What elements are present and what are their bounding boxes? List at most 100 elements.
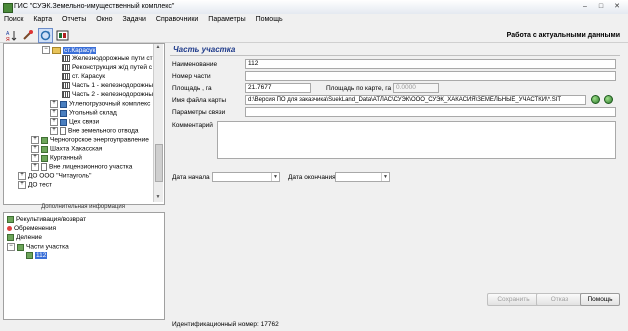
tree-row[interactable]: Железнодорожные пути ст: [62, 55, 153, 63]
document-icon: [41, 163, 47, 171]
tree-row-label: Курганный: [50, 154, 82, 162]
railway-icon: [62, 55, 70, 62]
end-date-picker[interactable]: ▼: [335, 172, 390, 182]
app-icon: [3, 3, 13, 13]
object-tree[interactable]: − ст.Карасук Железнодорожные пути ст Реко…: [3, 43, 165, 205]
tree-row[interactable]: Обременения: [7, 225, 56, 233]
tree-row[interactable]: Деление: [7, 234, 42, 242]
cancel-button[interactable]: Отказ: [536, 293, 583, 306]
tree-row[interactable]: ст. Карасук: [62, 73, 105, 81]
section-divider: [170, 55, 620, 56]
scroll-thumb[interactable]: [155, 144, 163, 182]
name-label: Наименование: [172, 61, 218, 68]
additional-info-tree[interactable]: Рекультивация/возврат Обременения Делени…: [3, 212, 165, 320]
area-icon: [41, 154, 48, 162]
maximize-button[interactable]: □: [594, 2, 608, 11]
expand-icon[interactable]: +: [31, 136, 39, 144]
tree-row-label: ДО ООО "Читауголь": [28, 172, 92, 180]
menu-search[interactable]: Поиск: [0, 14, 27, 23]
tree-row-label: ст.Карасук: [63, 46, 97, 54]
expand-icon[interactable]: +: [31, 163, 39, 171]
tree-row[interactable]: + Черногорское энергоуправление: [31, 136, 149, 144]
collapse-icon[interactable]: −: [7, 243, 15, 251]
expand-icon[interactable]: +: [31, 154, 39, 162]
expand-icon[interactable]: +: [50, 109, 58, 117]
menu-directories[interactable]: Справочники: [152, 14, 202, 23]
grid-toggle-icon[interactable]: [55, 28, 70, 43]
additional-info-label[interactable]: Дополнительная информация: [3, 204, 163, 212]
area-map-label: Площадь по карте, га: [326, 85, 392, 92]
tree-row[interactable]: + Цех связи: [50, 118, 99, 126]
comment-textarea[interactable]: [217, 121, 616, 159]
toolbar: AЯ Работа с актуальными данными: [0, 27, 628, 43]
tree-row[interactable]: 112: [26, 252, 48, 260]
area-field[interactable]: 21.7677: [245, 83, 311, 93]
menu-bar: Поиск Карта Отчеты Окно Задачи Справочни…: [0, 14, 628, 27]
link-params-field[interactable]: [245, 107, 616, 117]
help-button[interactable]: Помощь: [580, 293, 620, 306]
menu-map[interactable]: Карта: [29, 14, 56, 23]
globe-icon[interactable]: [591, 95, 600, 104]
refresh-icon[interactable]: [38, 28, 53, 43]
tree-row-label: Деление: [16, 234, 43, 242]
globe-edit-icon[interactable]: [604, 95, 613, 104]
tree-row-label: Черногорское энергоуправление: [50, 136, 149, 144]
tree-scrollbar[interactable]: ▲ ▼: [153, 44, 163, 202]
identification-number: Идентификационный номер: 17762: [172, 321, 279, 328]
tree-row[interactable]: + Угольный склад: [50, 109, 117, 117]
tree-row[interactable]: + Углепогрузочный комплекс: [50, 100, 150, 108]
tree-row-label: Часть 2 - железнодорожны: [72, 91, 153, 99]
expand-icon[interactable]: +: [31, 145, 39, 153]
sort-az-icon[interactable]: AЯ: [4, 28, 19, 43]
collapse-icon[interactable]: −: [42, 46, 50, 54]
tree-row[interactable]: + ДО тест: [18, 181, 52, 189]
division-icon: [7, 234, 14, 241]
menu-tasks[interactable]: Задачи: [118, 14, 150, 23]
close-button[interactable]: ✕: [610, 2, 624, 11]
tree-row-label: ДО тест: [28, 181, 53, 189]
dropdown-arrow-icon[interactable]: ▼: [271, 173, 279, 181]
tree-row[interactable]: + Шахта Хакасская: [31, 145, 102, 153]
tree-row[interactable]: + Вне лицензионного участка: [31, 163, 132, 171]
dropdown-arrow-icon[interactable]: ▼: [381, 173, 389, 181]
book-icon: [60, 100, 67, 108]
menu-help[interactable]: Помощь: [252, 14, 287, 23]
expand-icon[interactable]: +: [18, 172, 26, 180]
area-icon: [41, 136, 48, 144]
start-date-label: Дата начала: [172, 174, 210, 181]
tree-row-label: Части участка: [26, 243, 69, 251]
menu-parameters[interactable]: Параметры: [204, 14, 249, 23]
expand-icon[interactable]: +: [18, 181, 26, 189]
area-label: Площадь , га: [172, 85, 212, 92]
minimize-button[interactable]: –: [578, 2, 592, 11]
start-date-picker[interactable]: ▼: [212, 172, 280, 182]
map-file-field[interactable]: d:\Версия ПО для заказчика\SuekLand_Data…: [245, 95, 586, 105]
tree-row[interactable]: − Части участка: [7, 243, 69, 251]
tree-row[interactable]: − ст.Карасук: [42, 46, 97, 54]
tree-row[interactable]: Реконструкция ж/д путей с: [62, 64, 152, 72]
save-button[interactable]: Сохранить: [487, 293, 540, 306]
expand-icon[interactable]: +: [50, 118, 58, 126]
tree-row[interactable]: Рекультивация/возврат: [7, 216, 86, 224]
expand-icon[interactable]: +: [50, 127, 58, 135]
railway-icon: [62, 82, 70, 89]
title-bar: ГИС "СУЭК.Земельно-имущественный комплек…: [0, 0, 628, 15]
filter-icon[interactable]: [21, 28, 36, 43]
scroll-down-icon[interactable]: ▼: [155, 194, 161, 201]
tree-row[interactable]: Часть 1 - железнодорожны: [62, 82, 153, 90]
tree-row[interactable]: + ДО ООО "Читауголь": [18, 172, 91, 180]
part-number-field[interactable]: [245, 71, 616, 81]
tree-row[interactable]: Часть 2 - железнодорожны: [62, 91, 153, 99]
area-map-field: 0.0000: [393, 83, 439, 93]
name-field[interactable]: 112: [245, 59, 616, 69]
menu-window[interactable]: Окно: [92, 14, 116, 23]
tree-row[interactable]: + Вне земельного отвода: [50, 127, 138, 135]
tree-row-label: 112: [35, 252, 48, 260]
tree-row[interactable]: + Курганный: [31, 154, 82, 162]
railway-icon: [62, 64, 70, 71]
scroll-up-icon[interactable]: ▲: [155, 44, 161, 51]
window-title: ГИС "СУЭК.Земельно-имущественный комплек…: [14, 3, 175, 10]
menu-reports[interactable]: Отчеты: [58, 14, 90, 23]
expand-icon[interactable]: +: [50, 100, 58, 108]
tree-row-label: Вне лицензионного участка: [49, 163, 133, 171]
